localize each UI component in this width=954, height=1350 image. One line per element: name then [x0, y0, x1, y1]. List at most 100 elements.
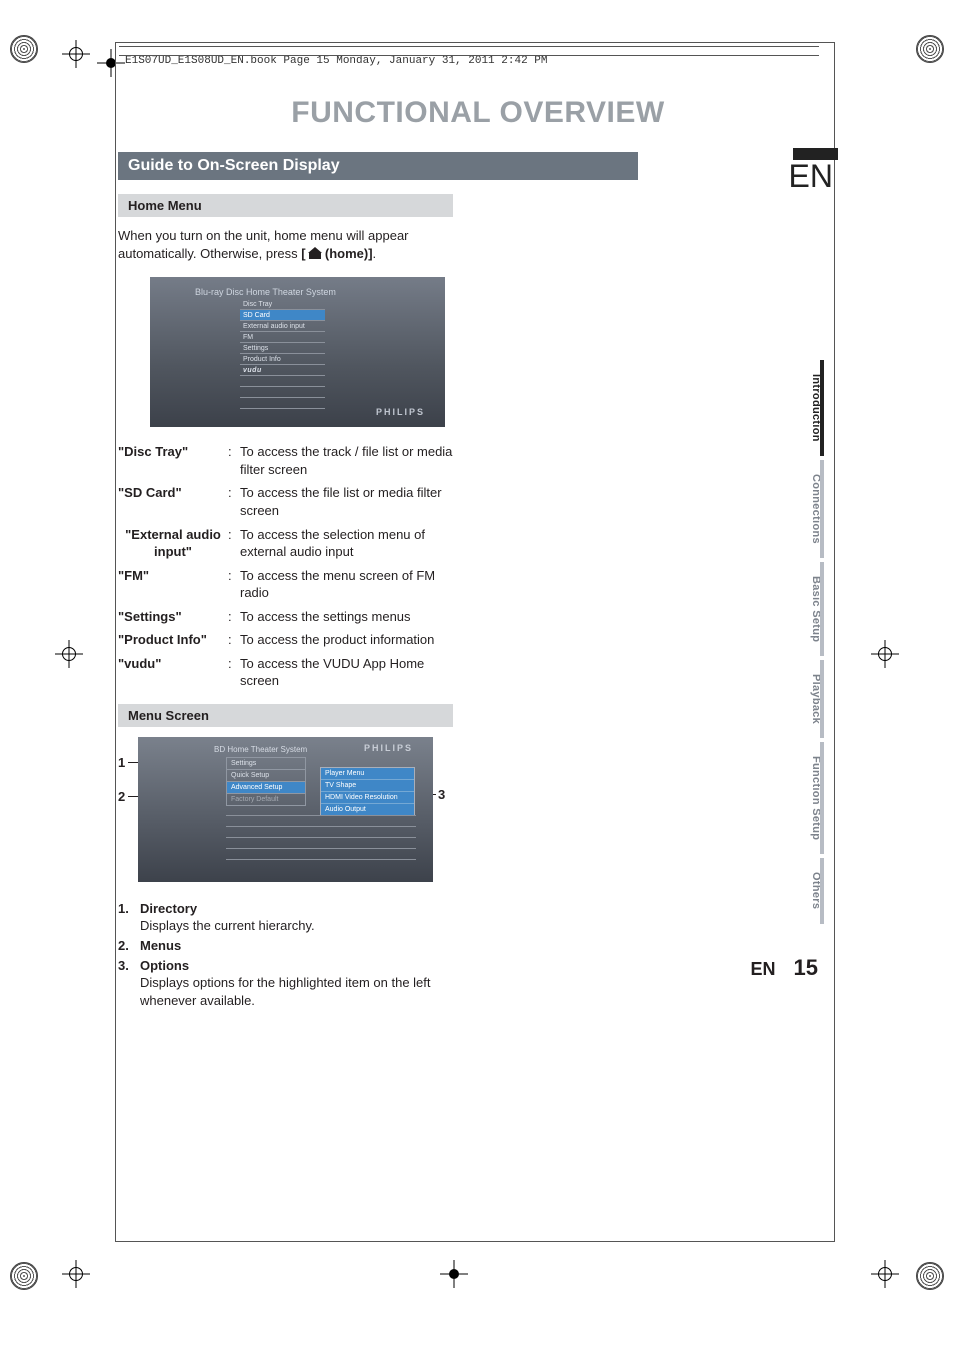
home-menu-item: SD Card	[240, 310, 325, 321]
definition-term: "FM"	[118, 567, 228, 602]
definition-term: "Product Info"	[118, 631, 228, 649]
callout-1: 1	[118, 755, 125, 770]
running-head: E1S07UD_E1S08UD_EN.book Page 15 Monday, …	[125, 55, 547, 67]
registration-mark	[62, 40, 90, 68]
home-menu-item-empty	[240, 376, 325, 387]
side-tab: Connections	[810, 460, 822, 558]
printers-mark-bl	[10, 1262, 38, 1290]
menu-left-item: Factory Default	[226, 794, 306, 806]
menu-screen-figure: 1 2 3 BD Home Theater System PHILIPS Set…	[118, 737, 453, 882]
menu-right-column: Player MenuTV ShapeHDMI Video Resolution…	[320, 767, 415, 816]
page-content: FUNCTIONAL OVERVIEW EN Guide to On-Scree…	[118, 90, 838, 1011]
menu-screen-heading: Menu Screen	[118, 704, 453, 727]
menu-right-item: Audio Output	[321, 804, 414, 815]
menu-screen-screenshot: BD Home Theater System PHILIPS SettingsQ…	[138, 737, 433, 882]
language-code: EN	[789, 158, 833, 195]
definition-desc: To access the menu screen of FM radio	[240, 567, 453, 602]
printers-mark-tl	[10, 35, 38, 63]
side-tab: Basic Setup	[810, 562, 822, 656]
screenshot-header: Blu-ray Disc Home Theater System	[195, 287, 336, 297]
side-tab: Function Setup	[810, 742, 822, 854]
definition-term: "Settings"	[118, 608, 228, 626]
registration-mark	[871, 1260, 899, 1288]
definition-term: "vudu"	[118, 655, 228, 690]
home-menu-item-empty	[240, 387, 325, 398]
home-menu-intro: When you turn on the unit, home menu wil…	[118, 227, 453, 263]
screenshot-crumb: BD Home Theater System	[214, 745, 307, 754]
callout-3: 3	[438, 787, 445, 802]
brand-label: PHILIPS	[376, 407, 425, 417]
registration-mark	[55, 640, 83, 668]
definition-term: "External audio input"	[118, 526, 228, 561]
menu-screen-legend: 1.DirectoryDisplays the current hierarch…	[118, 900, 453, 1009]
legend-item: 1.DirectoryDisplays the current hierarch…	[118, 900, 453, 935]
definition-term: "SD Card"	[118, 484, 228, 519]
menu-right-item: Player Menu	[321, 768, 414, 780]
home-menu-screenshot: Blu-ray Disc Home Theater System Disc Tr…	[150, 277, 445, 427]
home-menu-item: vudu	[240, 365, 325, 376]
definition-row: "vudu":To access the VUDU App Home scree…	[118, 655, 453, 690]
menu-empty-rows	[226, 815, 416, 870]
definition-row: "Disc Tray":To access the track / file l…	[118, 443, 453, 478]
home-icon	[309, 249, 321, 259]
definition-colon: :	[228, 567, 240, 602]
definition-desc: To access the settings menus	[240, 608, 453, 626]
footer-lang: EN	[751, 959, 776, 980]
home-menu-item: Disc Tray	[240, 299, 325, 310]
legend-item: 3.OptionsDisplays options for the highli…	[118, 957, 453, 1010]
legend-number: 2.	[118, 937, 140, 955]
definition-row: "Settings":To access the settings menus	[118, 608, 453, 626]
side-tab: Others	[810, 858, 822, 923]
home-menu-item: External audio input	[240, 321, 325, 332]
definition-desc: To access the file list or media filter …	[240, 484, 453, 519]
home-menu-heading: Home Menu	[118, 194, 453, 217]
menu-left-column: SettingsQuick SetupAdvanced SetupFactory…	[226, 757, 306, 806]
definition-term: "Disc Tray"	[118, 443, 228, 478]
definition-desc: To access the track / file list or media…	[240, 443, 453, 478]
definition-colon: :	[228, 443, 240, 478]
definition-colon: :	[228, 655, 240, 690]
legend-number: 3.	[118, 957, 140, 1010]
legend-item: 2.Menus	[118, 937, 453, 955]
menu-left-item: Advanced Setup	[226, 782, 306, 794]
legend-body: Menus	[140, 937, 453, 955]
menu-left-header: Settings	[226, 757, 306, 770]
home-menu-definitions: "Disc Tray":To access the track / file l…	[118, 443, 453, 690]
legend-desc: Displays the current hierarchy.	[140, 917, 453, 935]
home-menu-items: Disc TraySD CardExternal audio inputFMSe…	[240, 299, 325, 409]
legend-heading: Menus	[140, 938, 181, 953]
definition-row: "FM":To access the menu screen of FM rad…	[118, 567, 453, 602]
callout-2: 2	[118, 789, 125, 804]
legend-desc: Displays options for the highlighted ite…	[140, 974, 453, 1009]
menu-right-item: TV Shape	[321, 780, 414, 792]
brand-label: PHILIPS	[364, 743, 413, 753]
definition-colon: :	[228, 484, 240, 519]
printers-mark-br	[916, 1262, 944, 1290]
side-tabs: IntroductionConnectionsBasic SetupPlayba…	[810, 360, 838, 928]
menu-left-item: Quick Setup	[226, 770, 306, 782]
printers-mark-tr	[916, 35, 944, 63]
legend-number: 1.	[118, 900, 140, 935]
home-button-ref: [ (home)]	[301, 246, 372, 261]
legend-heading: Options	[140, 958, 189, 973]
definition-desc: To access the VUDU App Home screen	[240, 655, 453, 690]
definition-desc: To access the selection menu of external…	[240, 526, 453, 561]
home-menu-item: Settings	[240, 343, 325, 354]
registration-mark	[871, 640, 899, 668]
definition-colon: :	[228, 631, 240, 649]
definition-row: "SD Card":To access the file list or med…	[118, 484, 453, 519]
definition-row: "Product Info":To access the product inf…	[118, 631, 453, 649]
definition-colon: :	[228, 526, 240, 561]
running-head-text: E1S07UD_E1S08UD_EN.book Page 15 Monday, …	[125, 55, 547, 67]
definition-desc: To access the product information	[240, 631, 453, 649]
section-header: Guide to On-Screen Display	[118, 152, 638, 180]
registration-mark-center	[440, 1260, 468, 1288]
definition-row: "External audio input":To access the sel…	[118, 526, 453, 561]
legend-body: OptionsDisplays options for the highligh…	[140, 957, 453, 1010]
side-tab: Playback	[810, 660, 822, 738]
registration-mark	[62, 1260, 90, 1288]
footer-page: 15	[794, 955, 818, 981]
home-menu-item: Product Info	[240, 354, 325, 365]
menu-right-item: HDMI Video Resolution	[321, 792, 414, 804]
legend-body: DirectoryDisplays the current hierarchy.	[140, 900, 453, 935]
